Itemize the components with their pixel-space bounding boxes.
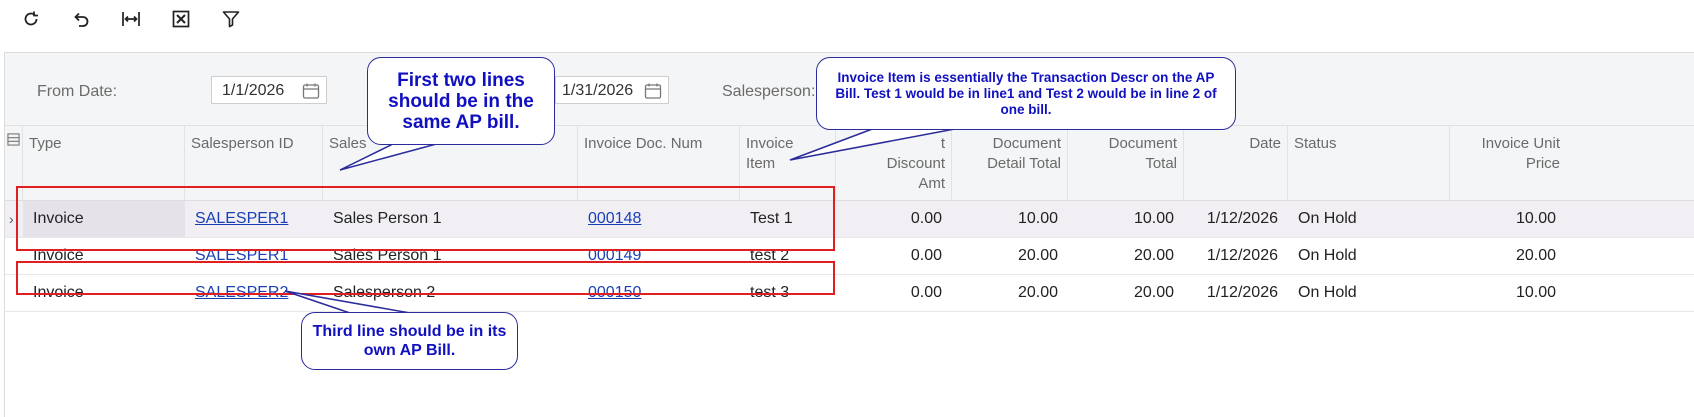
col-discount-line3: Amt — [918, 175, 945, 192]
fit-columns-icon — [122, 12, 140, 26]
undo-icon — [74, 12, 89, 27]
cell-status[interactable]: On Hold — [1288, 201, 1450, 237]
cell-discount[interactable]: 0.00 — [836, 275, 952, 311]
cell-status[interactable]: On Hold — [1288, 275, 1450, 311]
fit-columns-button[interactable] — [114, 4, 148, 34]
col-invoice-unit-price[interactable]: Invoice Unit Price — [1450, 126, 1566, 200]
cell-unit-price[interactable]: 10.00 — [1450, 201, 1566, 237]
from-date-label: From Date: — [37, 83, 118, 100]
col-doc-detail-line2: Detail Total — [987, 155, 1061, 172]
cell-date[interactable]: 1/12/2026 — [1184, 238, 1288, 274]
callout-invoice-item: Invoice Item is essentially the Transact… — [816, 57, 1236, 130]
highlight-box-row-3 — [16, 261, 835, 295]
refresh-button[interactable] — [14, 4, 48, 34]
cell-doc-total[interactable]: 20.00 — [1068, 275, 1184, 311]
cell-doc-total[interactable]: 10.00 — [1068, 201, 1184, 237]
excel-export-button[interactable] — [164, 4, 198, 34]
cell-date[interactable]: 1/12/2026 — [1184, 201, 1288, 237]
cell-detail-total[interactable]: 20.00 — [952, 238, 1068, 274]
col-discount-line1: t — [940, 135, 945, 152]
cell-discount[interactable]: 0.00 — [836, 238, 952, 274]
col-doc-detail-total[interactable]: Document Detail Total — [952, 126, 1068, 200]
column-settings-icon — [7, 133, 20, 146]
highlight-box-rows-1-2 — [16, 186, 835, 251]
from-date-value: 1/1/2026 — [222, 82, 285, 99]
calendar-icon[interactable] — [644, 82, 662, 100]
to-date-value: 1/31/2026 — [562, 82, 634, 99]
undo-button[interactable] — [64, 4, 98, 34]
to-date-input[interactable]: 1/31/2026 — [555, 76, 669, 104]
refresh-icon — [24, 11, 38, 26]
col-status[interactable]: Status — [1288, 126, 1450, 200]
cell-unit-price[interactable]: 10.00 — [1450, 275, 1566, 311]
col-discount-amt[interactable]: t Discount Amt — [836, 126, 952, 200]
cell-detail-total[interactable]: 10.00 — [952, 201, 1068, 237]
col-doc-detail-line1: Document — [992, 135, 1061, 152]
from-date-input[interactable]: 1/1/2026 — [211, 76, 327, 104]
col-doc-total-line2: Total — [1145, 155, 1177, 172]
cell-status[interactable]: On Hold — [1288, 238, 1450, 274]
salesperson-label: Salesperson: — [722, 83, 816, 100]
col-invoice-item-line1: Invoice — [746, 135, 794, 152]
cell-unit-price[interactable]: 20.00 — [1450, 238, 1566, 274]
cell-discount[interactable]: 0.00 — [836, 201, 952, 237]
calendar-icon[interactable] — [302, 82, 320, 100]
col-unit-price-line1: Invoice Unit — [1481, 135, 1560, 152]
filter-icon — [222, 11, 240, 28]
cell-date[interactable]: 1/12/2026 — [1184, 275, 1288, 311]
col-discount-line2: Discount — [886, 155, 945, 172]
toolbar — [0, 0, 1694, 50]
callout-same-bill: First two lines should be in the same AP… — [367, 57, 555, 145]
cell-detail-total[interactable]: 20.00 — [952, 275, 1068, 311]
cell-doc-total[interactable]: 20.00 — [1068, 238, 1184, 274]
col-doc-total-line1: Document — [1108, 135, 1177, 152]
col-doc-total[interactable]: Document Total — [1068, 126, 1184, 200]
filter-button[interactable] — [214, 4, 248, 34]
excel-export-icon — [172, 10, 190, 28]
col-invoice-item-line2: Item — [746, 155, 776, 172]
callout-own-bill: Third line should be in its own AP Bill. — [301, 312, 518, 370]
col-date[interactable]: Date — [1184, 126, 1288, 200]
col-unit-price-line2: Price — [1525, 155, 1560, 172]
